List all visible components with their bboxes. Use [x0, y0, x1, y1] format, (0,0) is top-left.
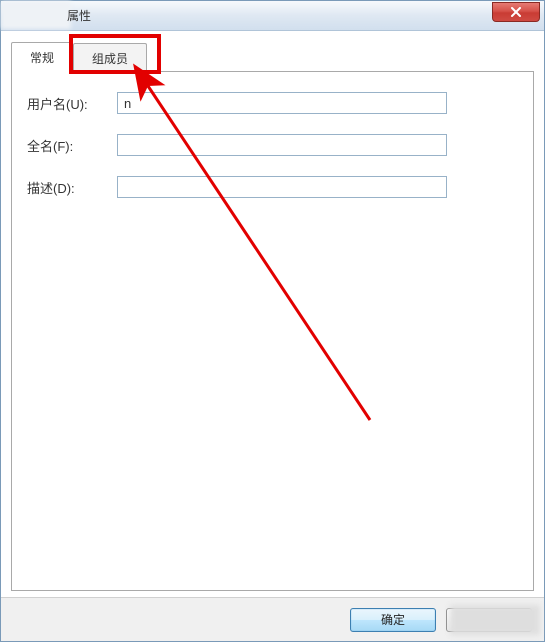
tab-general[interactable]: 常规	[11, 42, 73, 72]
tabstrip: 常规 组成员	[11, 41, 534, 71]
ok-button-label: 确定	[381, 613, 405, 627]
ok-button[interactable]: 确定	[350, 608, 436, 632]
tabpanel-general: 用户名(U): 全名(F): 描述(D):	[11, 71, 534, 591]
cancel-blur-region	[450, 605, 540, 635]
tab-general-label: 常规	[30, 51, 54, 65]
properties-dialog: 属性 常规 组成员 用户名(U): 全名(F):	[0, 0, 545, 642]
description-input[interactable]	[117, 176, 447, 198]
row-username: 用户名(U):	[27, 92, 518, 114]
close-button[interactable]	[492, 2, 540, 22]
window-title: 属性	[67, 7, 91, 24]
fullname-input[interactable]	[117, 134, 447, 156]
titlebar[interactable]: 属性	[1, 1, 544, 31]
fullname-label: 全名(F):	[27, 136, 117, 155]
tab-members[interactable]: 组成员	[73, 43, 147, 73]
username-label: 用户名(U):	[27, 94, 117, 113]
row-fullname: 全名(F):	[27, 134, 518, 156]
row-description: 描述(D):	[27, 176, 518, 198]
content-area: 常规 组成员 用户名(U): 全名(F): 描述(D):	[1, 31, 544, 597]
tab-members-label: 组成员	[92, 52, 128, 66]
close-icon	[510, 7, 522, 17]
username-input[interactable]	[117, 92, 447, 114]
title-blur-region	[1, 1, 71, 29]
description-label: 描述(D):	[27, 178, 117, 197]
